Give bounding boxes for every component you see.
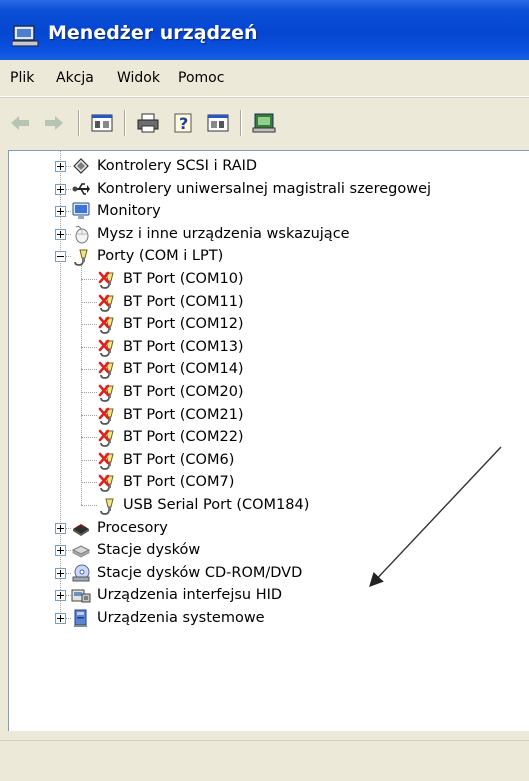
toolbar: ? (0, 97, 529, 150)
toolbar-separator (78, 110, 80, 136)
toolbar-separator (124, 110, 126, 136)
toolbar-separator (240, 110, 242, 136)
menu-help[interactable]: Pomoc (178, 70, 224, 86)
menu-file[interactable]: Plik (10, 70, 34, 86)
computer-icon (12, 25, 39, 47)
menu-bar: Plik Akcja Widok Pomoc (0, 60, 529, 97)
title-bar[interactable]: Menedżer urządzeń (0, 0, 529, 60)
print-icon[interactable] (136, 112, 160, 134)
window-title: Menedżer urządzeń (48, 22, 258, 44)
device-tree[interactable]: Kontrolery SCSI i RAID Kontrolery uniwers… (8, 150, 529, 731)
svg-text:?: ? (179, 114, 188, 133)
console-tree-icon[interactable] (206, 112, 230, 134)
scan-hardware-icon[interactable] (252, 112, 276, 134)
back-icon[interactable] (8, 112, 32, 134)
status-bar (0, 740, 529, 781)
menu-view[interactable]: Widok (117, 70, 160, 86)
properties-view-icon[interactable] (90, 112, 114, 134)
annotation-arrow (369, 446, 502, 588)
menu-action[interactable]: Akcja (56, 70, 94, 86)
forward-icon[interactable] (42, 112, 66, 134)
help-icon[interactable]: ? (172, 112, 196, 134)
device-manager-window: Menedżer urządzeń Plik Akcja Widok Pomoc (0, 0, 529, 781)
